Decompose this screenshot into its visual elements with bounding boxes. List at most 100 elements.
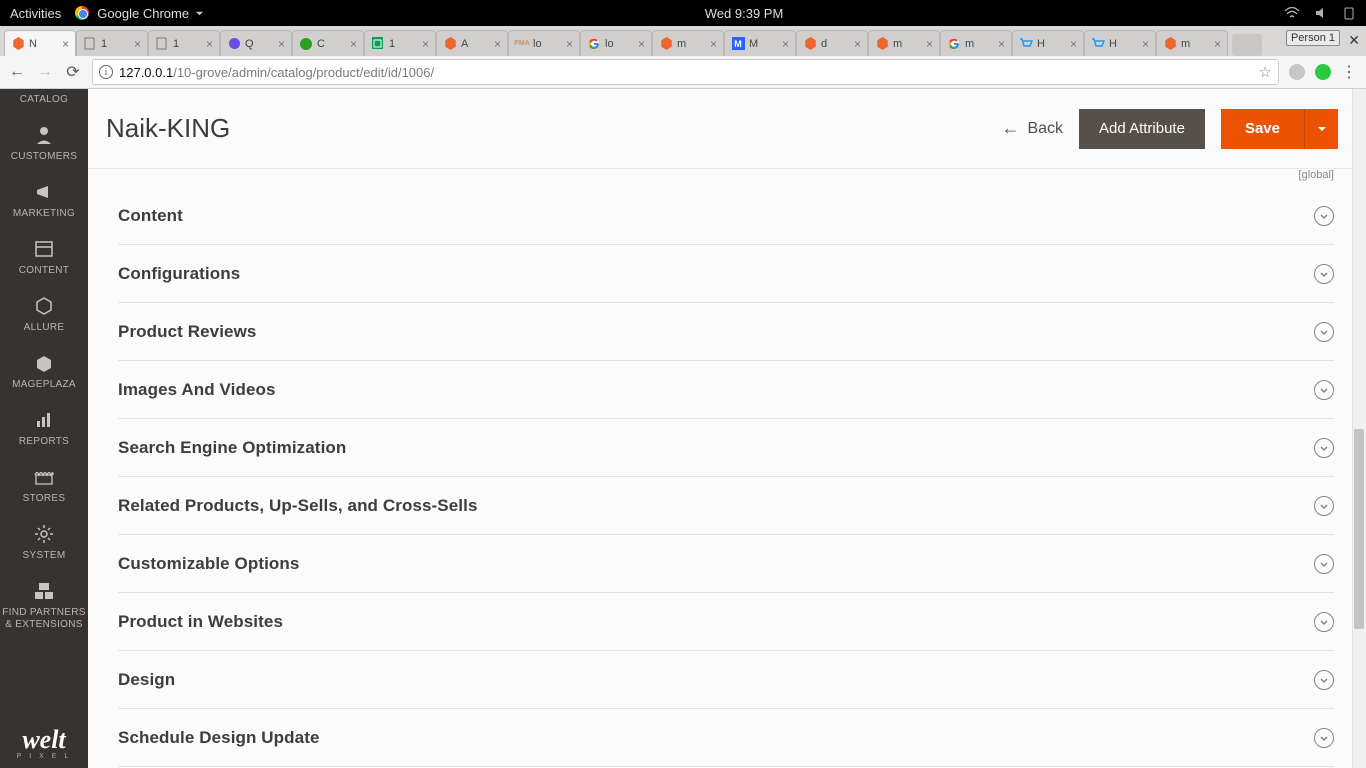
active-app-indicator[interactable]: Google Chrome bbox=[75, 6, 204, 21]
tab-label: 1 bbox=[173, 38, 179, 50]
tab-close-icon[interactable]: × bbox=[1070, 37, 1077, 51]
sidebar-item-stores[interactable]: STORES bbox=[0, 458, 88, 515]
sidebar-item-label: STORES bbox=[23, 493, 66, 504]
sidebar-item-catalog[interactable]: CATALOG bbox=[0, 89, 88, 116]
save-dropdown-toggle[interactable] bbox=[1304, 109, 1338, 149]
browser-menu-icon[interactable]: ⋮ bbox=[1341, 62, 1358, 82]
browser-tab[interactable]: lo× bbox=[580, 30, 652, 56]
browser-tab[interactable]: H× bbox=[1084, 30, 1156, 56]
window-close-icon[interactable]: ✕ bbox=[1348, 32, 1360, 49]
reload-button[interactable]: ⟳ bbox=[64, 62, 82, 82]
new-tab-button[interactable] bbox=[1232, 34, 1262, 56]
section-product-reviews[interactable]: Product Reviews bbox=[118, 303, 1334, 361]
bookmark-star-icon[interactable]: ☆ bbox=[1259, 63, 1272, 81]
scrollbar-thumb[interactable] bbox=[1354, 429, 1364, 629]
sidebar-item-system[interactable]: SYSTEM bbox=[0, 515, 88, 572]
section-schedule-design-update[interactable]: Schedule Design Update bbox=[118, 709, 1334, 767]
browser-tab[interactable]: d× bbox=[796, 30, 868, 56]
sidebar-item-mageplaza[interactable]: MAGEPLAZA bbox=[0, 344, 88, 401]
browser-tab[interactable]: PMAlo× bbox=[508, 30, 580, 56]
volume-icon[interactable] bbox=[1314, 6, 1328, 20]
browser-tab[interactable]: N× bbox=[4, 30, 76, 56]
tab-close-icon[interactable]: × bbox=[1214, 37, 1221, 51]
vendor-logo: welt P I X E L bbox=[17, 715, 72, 768]
tab-close-icon[interactable]: × bbox=[998, 37, 1005, 51]
person-icon bbox=[2, 124, 86, 146]
tab-close-icon[interactable]: × bbox=[1142, 37, 1149, 51]
site-info-icon[interactable]: i bbox=[99, 65, 113, 79]
save-button[interactable]: Save bbox=[1221, 109, 1304, 149]
sidebar-item-label: ALLURE bbox=[24, 322, 65, 333]
chevron-down-icon bbox=[1314, 206, 1334, 226]
tab-close-icon[interactable]: × bbox=[350, 37, 357, 51]
section-related-products-up-sells-and-cross-sells[interactable]: Related Products, Up-Sells, and Cross-Se… bbox=[118, 477, 1334, 535]
sidebar-item-find[interactable]: FIND PARTNERS& EXTENSIONS bbox=[0, 572, 88, 641]
sidebar-item-marketing[interactable]: MARKETING bbox=[0, 173, 88, 230]
profile-badge[interactable]: Person 1 bbox=[1286, 30, 1340, 46]
browser-tab[interactable]: Q× bbox=[220, 30, 292, 56]
section-search-engine-optimization[interactable]: Search Engine Optimization bbox=[118, 419, 1334, 477]
browser-tab[interactable]: 1× bbox=[364, 30, 436, 56]
sidebar-item-label: SYSTEM bbox=[23, 550, 66, 561]
browser-tab[interactable]: 1× bbox=[76, 30, 148, 56]
browser-tab[interactable]: C× bbox=[292, 30, 364, 56]
tab-close-icon[interactable]: × bbox=[926, 37, 933, 51]
tab-close-icon[interactable]: × bbox=[422, 37, 429, 51]
page-icon bbox=[83, 37, 97, 51]
tab-label: A bbox=[461, 38, 468, 50]
browser-tab[interactable]: m× bbox=[868, 30, 940, 56]
tab-label: M bbox=[749, 38, 758, 50]
browser-tab[interactable]: MM× bbox=[724, 30, 796, 56]
back-link[interactable]: ← Back bbox=[1001, 118, 1063, 139]
sections-container: [global] ContentConfigurationsProduct Re… bbox=[88, 169, 1366, 767]
add-attribute-button[interactable]: Add Attribute bbox=[1079, 109, 1205, 149]
page-header: Naik-KING ← Back Add Attribute Save bbox=[88, 89, 1366, 169]
sheets-icon bbox=[371, 37, 385, 51]
tab-close-icon[interactable]: × bbox=[494, 37, 501, 51]
extension-icon-2[interactable] bbox=[1315, 64, 1331, 80]
sidebar-item-reports[interactable]: REPORTS bbox=[0, 401, 88, 458]
section-title: Product in Websites bbox=[118, 612, 283, 632]
browser-tab[interactable]: 1× bbox=[148, 30, 220, 56]
chevron-down-icon bbox=[1314, 322, 1334, 342]
os-clock[interactable]: Wed 9:39 PM bbox=[705, 6, 784, 21]
section-title: Design bbox=[118, 670, 175, 690]
activities-label[interactable]: Activities bbox=[10, 6, 61, 21]
browser-tab[interactable]: m× bbox=[652, 30, 724, 56]
tab-close-icon[interactable]: × bbox=[710, 37, 717, 51]
address-bar[interactable]: i 127.0.0.1/10-grove/admin/catalog/produ… bbox=[92, 59, 1279, 85]
os-top-bar: Activities Google Chrome Wed 9:39 PM bbox=[0, 0, 1366, 26]
back-button[interactable]: ← bbox=[8, 63, 26, 81]
tab-close-icon[interactable]: × bbox=[134, 37, 141, 51]
admin-sidebar: CATALOG CUSTOMERSMARKETINGCONTENT ALLURE MA… bbox=[0, 89, 88, 768]
sidebar-item-allure[interactable]: ALLURE bbox=[0, 287, 88, 344]
section-configurations[interactable]: Configurations bbox=[118, 245, 1334, 303]
sidebar-item-content[interactable]: CONTENT bbox=[0, 230, 88, 287]
power-icon[interactable] bbox=[1342, 6, 1356, 20]
magento-icon bbox=[1163, 37, 1177, 51]
wifi-icon[interactable] bbox=[1284, 7, 1300, 19]
browser-tab[interactable]: m× bbox=[940, 30, 1012, 56]
extension-icon-1[interactable] bbox=[1289, 64, 1305, 80]
tab-close-icon[interactable]: × bbox=[854, 37, 861, 51]
section-product-in-websites[interactable]: Product in Websites bbox=[118, 593, 1334, 651]
section-customizable-options[interactable]: Customizable Options bbox=[118, 535, 1334, 593]
browser-tab[interactable]: H× bbox=[1012, 30, 1084, 56]
layout-icon bbox=[2, 238, 86, 260]
browser-tab[interactable]: A× bbox=[436, 30, 508, 56]
tab-close-icon[interactable]: × bbox=[278, 37, 285, 51]
tab-close-icon[interactable]: × bbox=[206, 37, 213, 51]
tab-close-icon[interactable]: × bbox=[782, 37, 789, 51]
browser-tab[interactable]: m× bbox=[1156, 30, 1228, 56]
sidebar-item-customers[interactable]: CUSTOMERS bbox=[0, 116, 88, 173]
sidebar-item-label: CATALOG bbox=[20, 94, 68, 105]
tab-close-icon[interactable]: × bbox=[638, 37, 645, 51]
tab-close-icon[interactable]: × bbox=[566, 37, 573, 51]
scrollbar-track[interactable] bbox=[1352, 89, 1366, 768]
section-content[interactable]: Content bbox=[118, 187, 1334, 245]
section-design[interactable]: Design bbox=[118, 651, 1334, 709]
google-icon bbox=[587, 37, 601, 51]
section-images-and-videos[interactable]: Images And Videos bbox=[118, 361, 1334, 419]
section-title: Images And Videos bbox=[118, 380, 276, 400]
tab-close-icon[interactable]: × bbox=[62, 37, 69, 51]
